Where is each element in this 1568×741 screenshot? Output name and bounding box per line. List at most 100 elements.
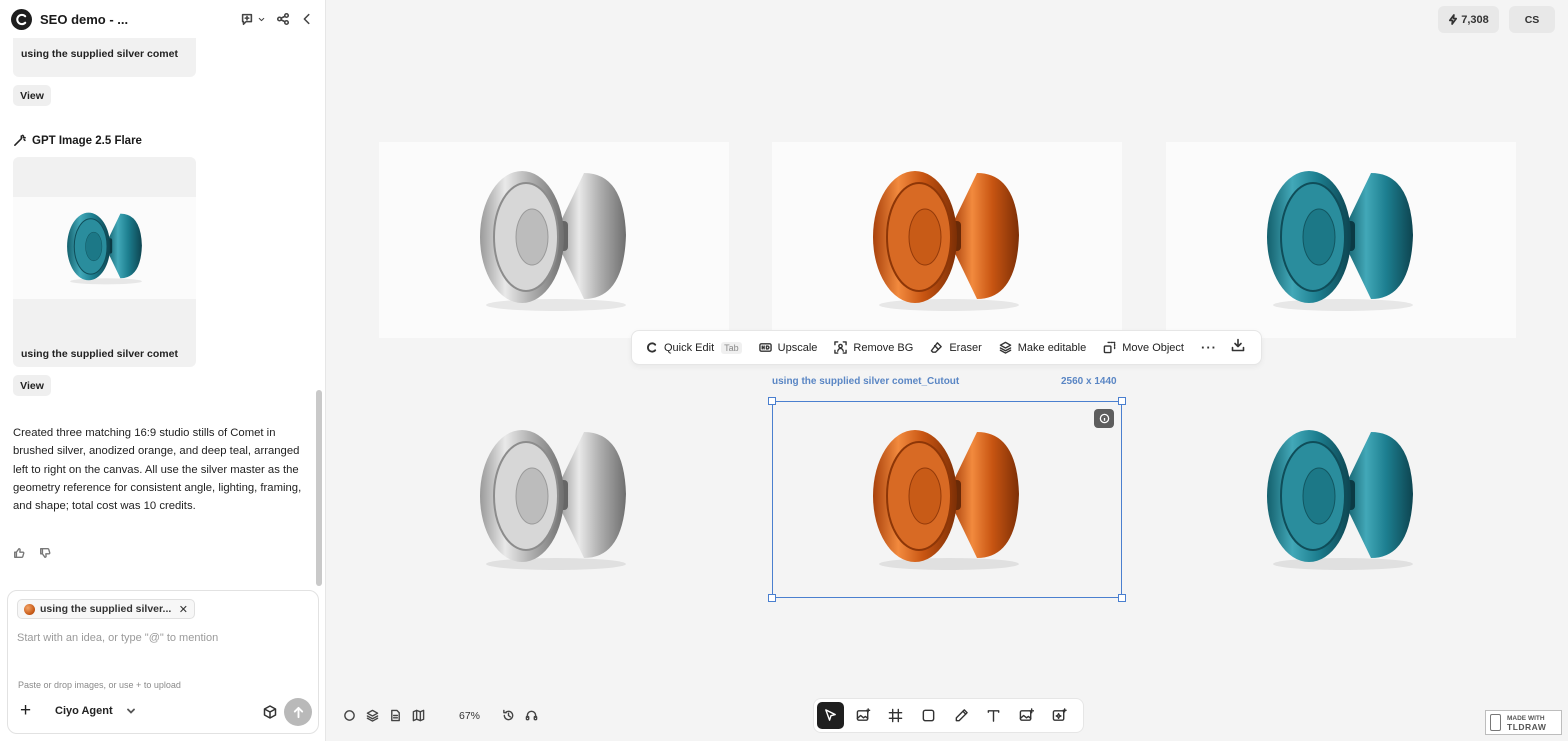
chat-sidebar: SEO demo - ... using the supplied silver… xyxy=(0,0,326,741)
prompt-composer: using the supplied silver... ✕ Paste or … xyxy=(7,590,319,734)
make-editable-button[interactable]: Make editable xyxy=(999,341,1087,354)
canvas-image-teal[interactable] xyxy=(1166,142,1516,338)
resize-handle-bottom-right[interactable] xyxy=(1118,594,1126,602)
upscale-label: Upscale xyxy=(777,341,818,354)
quick-edit-icon xyxy=(647,342,657,353)
frame-icon xyxy=(889,708,903,723)
canvas-view-controls: 67% xyxy=(343,709,548,722)
assistant-message: Created three matching 16:9 studio still… xyxy=(13,427,302,513)
view-button[interactable]: View xyxy=(13,375,51,396)
resize-handle-top-right[interactable] xyxy=(1118,397,1126,405)
close-icon[interactable]: ✕ xyxy=(179,603,188,616)
agent-selector[interactable]: Ciyo Agent xyxy=(55,705,136,717)
ai-sparkle-icon xyxy=(1052,708,1067,721)
upload-hint: Paste or drop images, or use + to upload xyxy=(18,680,181,690)
attachment-thumbnail xyxy=(24,603,35,615)
yoyo-teal-cutout xyxy=(1261,424,1421,574)
draw-tool[interactable] xyxy=(948,702,975,729)
yoyo-teal-thumbnail xyxy=(64,209,146,287)
info-icon xyxy=(1099,413,1109,424)
result-card[interactable]: using the supplied silver comet xyxy=(13,157,196,367)
select-tool[interactable] xyxy=(817,702,844,729)
prompt-input[interactable] xyxy=(17,629,307,647)
download-icon[interactable] xyxy=(1231,338,1245,357)
eraser-label: Eraser xyxy=(949,341,982,354)
attached-image-chip[interactable]: using the supplied silver... ✕ xyxy=(17,599,195,619)
chat-messages[interactable]: using the supplied silver comet View GPT… xyxy=(0,38,318,588)
upscale-button[interactable]: Upscale xyxy=(758,341,818,354)
badge-big-text: TLDRAW xyxy=(1507,721,1547,732)
model-name: GPT Image 2.5 Flare xyxy=(32,134,142,147)
feedback-row xyxy=(13,546,51,564)
user-avatar[interactable]: CS xyxy=(1509,6,1555,33)
canvas-cutout-silver[interactable] xyxy=(379,401,729,597)
image-generate-tool[interactable] xyxy=(850,702,877,729)
credits-badge[interactable]: 7,308 xyxy=(1438,6,1499,33)
thumbs-up-icon[interactable] xyxy=(13,546,25,564)
image-edit-tool[interactable] xyxy=(1013,702,1040,729)
project-title[interactable]: SEO demo - ... xyxy=(40,12,128,27)
collapse-sidebar-icon[interactable] xyxy=(300,12,314,26)
layers-panel-icon[interactable] xyxy=(366,709,379,722)
page-icon[interactable] xyxy=(389,709,402,722)
canvas-image-orange[interactable] xyxy=(772,142,1122,338)
remove-bg-button[interactable]: Remove BG xyxy=(834,341,913,354)
canvas-cutout-teal[interactable] xyxy=(1166,401,1516,597)
more-options-icon[interactable]: ··· xyxy=(1201,340,1217,355)
resize-handle-top-left[interactable] xyxy=(768,397,776,405)
app-logo-icon[interactable] xyxy=(11,8,32,30)
yoyo-silver-image xyxy=(474,165,634,315)
rectangle-tool[interactable] xyxy=(915,702,942,729)
ai-edit-tool[interactable] xyxy=(1046,702,1073,729)
add-attachment-button[interactable]: + xyxy=(20,701,31,720)
yoyo-silver-cutout xyxy=(474,424,634,574)
chat-history-icon[interactable] xyxy=(240,12,254,26)
quick-edit-button[interactable]: Quick Edit Tab xyxy=(645,341,742,354)
image-action-toolbar: Quick Edit Tab Upscale Remove BG Eraser … xyxy=(631,330,1262,365)
make-editable-label: Make editable xyxy=(1017,341,1087,354)
move-object-button[interactable]: Move Object xyxy=(1103,341,1184,354)
text-icon xyxy=(988,710,1000,722)
credits-count: 7,308 xyxy=(1461,13,1489,26)
send-button[interactable] xyxy=(284,698,312,726)
frame-tool[interactable] xyxy=(882,702,909,729)
zoom-level[interactable]: 67% xyxy=(459,710,480,722)
map-icon[interactable] xyxy=(412,709,425,722)
card-caption: using the supplied silver comet xyxy=(21,48,178,60)
magic-wand-icon xyxy=(14,134,26,146)
yoyo-orange-image xyxy=(867,165,1027,315)
thumbs-down-icon[interactable] xyxy=(39,546,51,564)
made-with-tldraw-badge[interactable]: MADE WITH TLDRAW xyxy=(1485,710,1562,735)
cube-icon[interactable] xyxy=(263,705,277,724)
result-card[interactable]: using the supplied silver comet xyxy=(13,38,196,77)
info-button[interactable] xyxy=(1094,409,1114,428)
circle-icon[interactable] xyxy=(343,709,356,722)
eraser-button[interactable]: Eraser xyxy=(930,341,982,354)
chevron-down-icon[interactable] xyxy=(257,15,266,24)
view-button[interactable]: View xyxy=(13,85,51,106)
sidebar-scrollbar[interactable] xyxy=(316,390,322,586)
image-plus-icon xyxy=(1019,708,1035,721)
result-thumbnail[interactable] xyxy=(13,197,196,299)
pencil-icon xyxy=(955,709,968,722)
move-object-label: Move Object xyxy=(1122,341,1184,354)
resize-handle-bottom-left[interactable] xyxy=(768,594,776,602)
shortcut-badge: Tab xyxy=(721,341,742,354)
selection-box[interactable] xyxy=(768,397,1126,602)
remove-bg-label: Remove BG xyxy=(853,341,914,354)
canvas-image-silver[interactable] xyxy=(379,142,729,338)
text-tool[interactable] xyxy=(980,702,1007,729)
sidebar-header: SEO demo - ... xyxy=(0,0,326,38)
chevron-down-icon xyxy=(126,708,135,714)
share-icon[interactable] xyxy=(276,12,290,26)
rectangle-icon xyxy=(922,709,935,722)
hd-icon xyxy=(758,343,772,352)
lightning-icon xyxy=(1449,14,1458,25)
selection-dimensions: 2560 x 1440 xyxy=(1061,376,1117,387)
headset-icon[interactable] xyxy=(525,709,538,722)
cursor-icon xyxy=(825,709,836,721)
selection-label: using the supplied silver comet_Cutout xyxy=(772,376,960,387)
history-icon[interactable] xyxy=(502,709,515,722)
chip-label: using the supplied silver... xyxy=(40,603,172,615)
tool-palette xyxy=(813,698,1084,733)
